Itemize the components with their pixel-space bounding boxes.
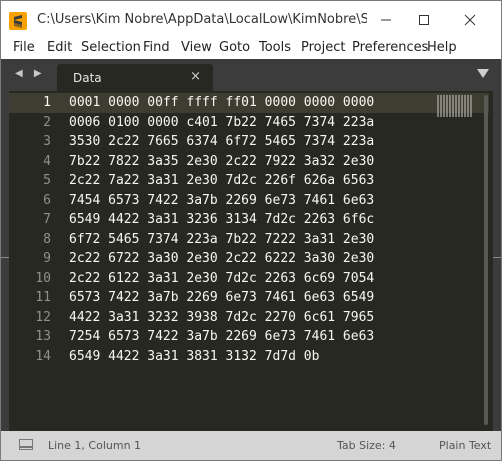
right-edge-mark	[493, 257, 501, 258]
maximize-button[interactable]	[401, 1, 447, 39]
cursor-position: Line 1, Column 1	[48, 439, 142, 452]
line-number: 4	[43, 153, 51, 169]
menu-help[interactable]: Help	[427, 40, 457, 55]
code-text[interactable]: 0001 0000 00ff ffff ff01 0000 0000 0000 …	[69, 93, 374, 366]
line-number: 9	[43, 251, 51, 266]
code-line[interactable]: 6f72 5465 7374 223a 7b22 7222 3a31 2e30	[69, 230, 374, 250]
window-title: C:\Users\Kim Nobre\AppData\LocalLow\KimN…	[37, 12, 367, 27]
code-line[interactable]: 3530 2c22 7665 6374 6f72 5465 7374 223a	[69, 132, 374, 152]
tab-bar: ◀ ▶ Data ×	[1, 59, 501, 91]
line-number: 2	[43, 114, 51, 130]
line-number: 12	[35, 309, 51, 325]
line-number: 1	[43, 95, 51, 110]
menu-edit[interactable]: Edit	[47, 40, 72, 55]
menu-project[interactable]: Project	[301, 40, 345, 55]
code-panel[interactable]: 1 2 3 4 5 6 7 8 9 10 11 12 13 14 0001 00…	[9, 91, 493, 431]
minimize-icon	[381, 19, 391, 21]
sublime-window: C:\Users\Kim Nobre\AppData\LocalLow\KimN…	[0, 0, 502, 461]
menu-tools[interactable]: Tools	[259, 40, 291, 55]
close-icon	[464, 14, 476, 26]
tab-close-icon[interactable]: ×	[190, 69, 201, 84]
menu-file[interactable]: File	[13, 40, 35, 55]
line-number: 7	[43, 212, 51, 227]
line-number: 13	[35, 329, 51, 344]
menu-bar: File Edit Selection Find View Goto Tools…	[1, 39, 501, 59]
line-number: 3	[43, 134, 51, 149]
code-line[interactable]: 2c22 7a22 3a31 2e30 7d2c 226f 626a 6563	[69, 171, 374, 191]
tab-nav-arrows-icon[interactable]: ◀ ▶	[15, 68, 46, 79]
vertical-scrollbar[interactable]	[484, 95, 488, 425]
line-number: 11	[35, 290, 51, 305]
maximize-icon	[419, 15, 429, 25]
tab-data[interactable]: Data ×	[57, 64, 213, 91]
code-line[interactable]: 0006 0100 0000 c401 7b22 7465 7374 223a	[69, 113, 374, 133]
minimap[interactable]	[437, 95, 473, 117]
code-line[interactable]: 6573 7422 3a7b 2269 6e73 7461 6e63 6549	[69, 288, 374, 308]
left-edge-mark	[1, 257, 9, 258]
code-line[interactable]: 7454 6573 7422 3a7b 2269 6e73 7461 6e63	[69, 191, 374, 211]
code-line[interactable]: 7b22 7822 3a35 2e30 2c22 7922 3a32 2e30	[69, 152, 374, 172]
menu-find[interactable]: Find	[143, 40, 170, 55]
code-line[interactable]: 7254 6573 7422 3a7b 2269 6e73 7461 6e63	[69, 327, 374, 347]
line-number: 5	[43, 173, 51, 188]
title-bar[interactable]: C:\Users\Kim Nobre\AppData\LocalLow\KimN…	[1, 1, 501, 39]
line-number: 14	[35, 348, 51, 364]
code-line[interactable]: 2c22 6722 3a30 2e30 2c22 6222 3a30 2e30	[69, 249, 374, 269]
menu-goto[interactable]: Goto	[219, 40, 250, 55]
line-number: 6	[43, 192, 51, 208]
line-number: 10	[35, 270, 51, 286]
menu-view[interactable]: View	[181, 40, 212, 55]
syntax-indicator[interactable]: Plain Text	[439, 439, 491, 452]
code-line[interactable]: 4422 3a31 3232 3938 7d2c 2270 6c61 7965	[69, 308, 374, 328]
status-bar: Line 1, Column 1 Tab Size: 4 Plain Text	[1, 431, 501, 460]
code-line[interactable]: 2c22 6122 3a31 2e30 7d2c 2263 6c69 7054	[69, 269, 374, 289]
tab-list-dropdown-icon[interactable]	[477, 69, 489, 78]
line-number-gutter: 1 2 3 4 5 6 7 8 9 10 11 12 13 14	[9, 93, 59, 433]
code-line[interactable]: 6549 4422 3a31 3831 3132 7d7d 0b	[69, 347, 374, 367]
menu-preferences[interactable]: Preferences	[352, 40, 428, 55]
sublime-text-icon	[9, 12, 27, 30]
code-line[interactable]: 6549 4422 3a31 3236 3134 7d2c 2263 6f6c	[69, 210, 374, 230]
close-window-button[interactable]	[447, 1, 493, 39]
tab-label: Data	[73, 71, 102, 85]
panel-toggle-icon[interactable]	[19, 439, 33, 450]
line-number: 8	[43, 231, 51, 247]
code-line[interactable]: 0001 0000 00ff ffff ff01 0000 0000 0000	[69, 93, 374, 113]
tab-size-indicator[interactable]: Tab Size: 4	[337, 439, 396, 452]
editor-area: ◀ ▶ Data × 1 2 3 4 5 6 7 8 9 10 11 12 13…	[1, 59, 501, 460]
menu-selection[interactable]: Selection	[81, 40, 141, 55]
